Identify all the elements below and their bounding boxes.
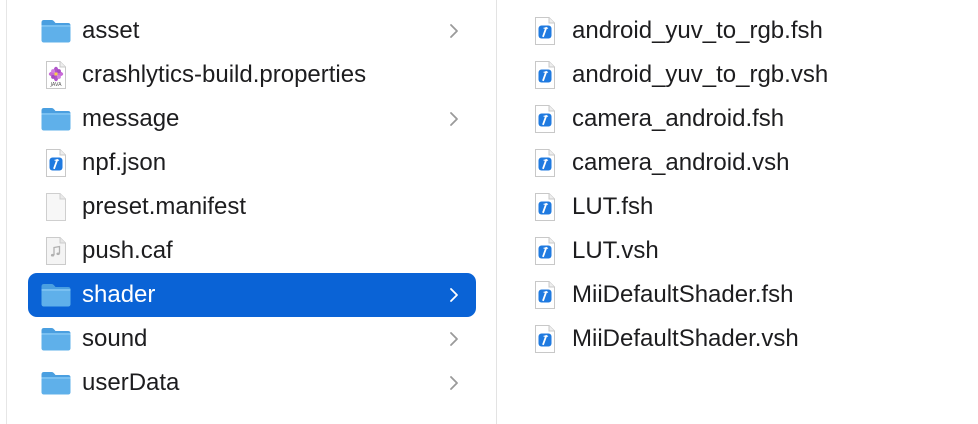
file-name-label: android_yuv_to_rgb.vsh xyxy=(572,61,829,88)
file-row-miidefaultshader-fsh[interactable]: MiiDefaultShader.fsh xyxy=(518,273,958,317)
file-row-npf-json[interactable]: npf.json xyxy=(28,141,476,185)
xcode-source-file-icon xyxy=(530,148,560,178)
file-name-label: npf.json xyxy=(82,149,167,176)
column-resize-divider[interactable] xyxy=(496,0,497,424)
xcode-source-file-icon xyxy=(530,324,560,354)
folder-icon xyxy=(40,280,72,310)
file-row-camera-android-vsh[interactable]: camera_android.vsh xyxy=(518,141,958,185)
file-name-label: crashlytics-build.properties xyxy=(82,61,367,88)
xcode-source-file-icon xyxy=(530,280,560,310)
file-row-push-caf[interactable]: push.caf xyxy=(28,229,476,273)
folder-icon xyxy=(40,16,72,46)
file-row-asset[interactable]: asset xyxy=(28,9,476,53)
java-properties-icon: JAVA xyxy=(40,60,72,90)
folder-icon xyxy=(40,368,72,398)
xcode-source-file-icon xyxy=(530,236,560,266)
file-row-message[interactable]: message xyxy=(28,97,476,141)
file-row-android-yuv-to-rgb-fsh[interactable]: android_yuv_to_rgb.fsh xyxy=(518,9,958,53)
file-row-preset-manifest[interactable]: preset.manifest xyxy=(28,185,476,229)
file-name-label: preset.manifest xyxy=(82,193,247,220)
chevron-right-icon xyxy=(446,21,462,41)
file-name-label: sound xyxy=(82,325,148,352)
file-row-sound[interactable]: sound xyxy=(28,317,476,361)
xcode-source-file-icon xyxy=(530,192,560,222)
blank-document-icon xyxy=(40,192,72,222)
file-row-lut-fsh[interactable]: LUT.fsh xyxy=(518,185,958,229)
xcode-source-file-icon xyxy=(530,60,560,90)
finder-column-browser: asset JAVA crashlytics-build.properties mes… xyxy=(0,0,978,424)
folder-icon xyxy=(40,104,72,134)
file-name-label: shader xyxy=(82,281,156,308)
file-row-userdata[interactable]: userData xyxy=(28,361,476,405)
file-name-label: message xyxy=(82,105,180,132)
xcode-source-file-icon xyxy=(40,148,72,178)
file-name-label: push.caf xyxy=(82,237,173,264)
chevron-right-icon xyxy=(446,285,462,305)
xcode-source-file-icon xyxy=(530,104,560,134)
chevron-right-icon xyxy=(446,109,462,129)
window-left-edge xyxy=(6,0,7,424)
column-directory: asset JAVA crashlytics-build.properties mes… xyxy=(28,9,476,405)
file-name-label: LUT.fsh xyxy=(572,193,654,220)
file-name-label: userData xyxy=(82,369,180,396)
file-name-label: asset xyxy=(82,17,140,44)
file-name-label: camera_android.vsh xyxy=(572,149,790,176)
xcode-source-file-icon xyxy=(530,16,560,46)
chevron-right-icon xyxy=(446,329,462,349)
file-name-label: camera_android.fsh xyxy=(572,105,785,132)
file-name-label: MiiDefaultShader.vsh xyxy=(572,325,799,352)
file-name-label: LUT.vsh xyxy=(572,237,659,264)
file-name-label: MiiDefaultShader.fsh xyxy=(572,281,794,308)
file-name-label: android_yuv_to_rgb.fsh xyxy=(572,17,823,44)
file-row-shader[interactable]: shader xyxy=(28,273,476,317)
file-row-miidefaultshader-vsh[interactable]: MiiDefaultShader.vsh xyxy=(518,317,958,361)
file-row-camera-android-fsh[interactable]: camera_android.fsh xyxy=(518,97,958,141)
file-row-crashlytics-build-properties[interactable]: JAVA crashlytics-build.properties xyxy=(28,53,476,97)
column-shader-contents: android_yuv_to_rgb.fsh android_yuv_to_rgb… xyxy=(518,9,958,361)
folder-icon xyxy=(40,324,72,354)
file-row-lut-vsh[interactable]: LUT.vsh xyxy=(518,229,958,273)
audio-file-icon xyxy=(40,236,72,266)
file-row-android-yuv-to-rgb-vsh[interactable]: android_yuv_to_rgb.vsh xyxy=(518,53,958,97)
chevron-right-icon xyxy=(446,373,462,393)
svg-text:JAVA: JAVA xyxy=(49,82,62,88)
